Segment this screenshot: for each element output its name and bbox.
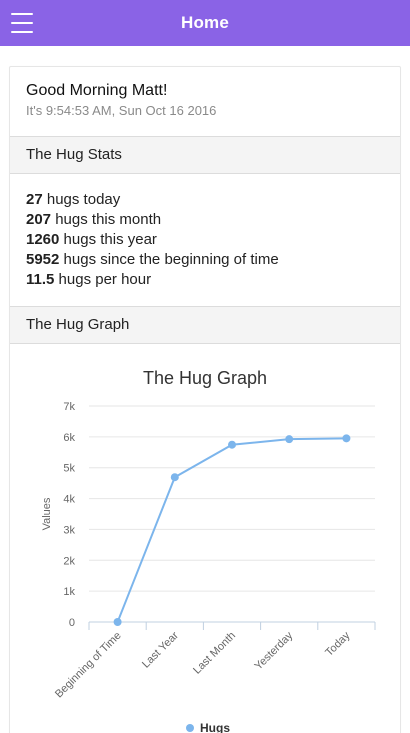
y-tick-label: 0 — [69, 617, 75, 629]
home-card: Good Morning Matt! It's 9:54:53 AM, Sun … — [9, 66, 401, 733]
x-tick-label: Last Year — [140, 629, 181, 670]
stat-value: 1260 — [26, 231, 60, 248]
hamburger-menu-icon[interactable] — [11, 13, 33, 33]
y-tick-label: 4k — [63, 494, 75, 506]
data-point[interactable] — [113, 618, 122, 626]
data-point[interactable] — [170, 473, 179, 482]
hug-graph-container: The Hug Graph Values 0 1k 2k 3k 4k 5k 6k 7k Begi… — [10, 344, 400, 733]
legend-marker[interactable] — [186, 724, 194, 732]
data-point[interactable] — [228, 440, 236, 449]
legend-label[interactable]: Hugs — [200, 721, 230, 733]
stat-row-today: 27 hugs today — [26, 190, 384, 210]
hug-graph-header: The Hug Graph — [10, 307, 400, 344]
main-content: Good Morning Matt! It's 9:54:53 AM, Sun … — [0, 46, 410, 733]
data-point[interactable] — [285, 435, 294, 444]
y-tick-label: 5k — [63, 463, 75, 475]
stat-row-month: 207 hugs this month — [26, 210, 384, 230]
series-line — [116, 437, 347, 623]
app-root: Home Good Morning Matt! It's 9:54:53 AM,… — [0, 0, 410, 733]
stat-value: 11.5 — [26, 271, 55, 288]
stat-value: 5952 — [26, 251, 60, 268]
chart-legend[interactable]: Hugs — [186, 721, 230, 733]
page-title: Home — [180, 13, 230, 32]
stat-row-per-hour: 11.5 hugs per hour — [26, 270, 384, 290]
y-tick-label: 2k — [63, 555, 75, 567]
y-tick-label: 3k — [63, 524, 75, 536]
stat-row-all-time: 5952 hugs since the beginning of time — [26, 250, 384, 270]
stat-label: hugs today — [46, 191, 121, 208]
x-tick-label: Beginning of Time — [53, 630, 124, 701]
greeting-time: It's 9:54:53 AM, Sun Oct 16 2016 — [26, 103, 217, 118]
stat-value: 27 — [26, 191, 43, 208]
stat-label: hugs this month — [55, 211, 162, 228]
stat-label: hugs since the beginning of time — [63, 251, 279, 268]
x-tick-label: Yesterday — [253, 629, 296, 672]
top-app-bar: Home — [0, 0, 410, 46]
hug-graph-chart: The Hug Graph Values 0 1k 2k 3k 4k 5k 6k 7k Begi… — [41, 368, 376, 733]
chart-series — [113, 434, 351, 626]
y-tick-label: 1k — [63, 586, 75, 598]
stat-value: 207 — [26, 211, 52, 228]
x-tick-label: Last Month — [191, 630, 238, 677]
greeting-section: Good Morning Matt! It's 9:54:53 AM, Sun … — [10, 67, 400, 137]
y-axis-label: Values — [41, 497, 53, 530]
y-tick-label: 7k — [63, 401, 75, 413]
chart-axes: 0 1k 2k 3k 4k 5k 6k 7k Beginning of Time Last Yea… — [53, 401, 376, 701]
stat-row-year: 1260 hugs this year — [26, 230, 384, 250]
chart-title: The Hug Graph — [143, 368, 267, 388]
stat-label: hugs per hour — [58, 271, 152, 288]
data-point[interactable] — [342, 434, 351, 443]
stat-label: hugs this year — [63, 231, 157, 248]
hug-stats-list: 27 hugs today 207 hugs this month 1260 h… — [10, 174, 400, 307]
x-tick-label: Today — [323, 629, 353, 659]
greeting-title: Good Morning Matt! — [26, 82, 168, 99]
y-tick-label: 6k — [63, 432, 75, 444]
hug-stats-header: The Hug Stats — [10, 137, 400, 174]
